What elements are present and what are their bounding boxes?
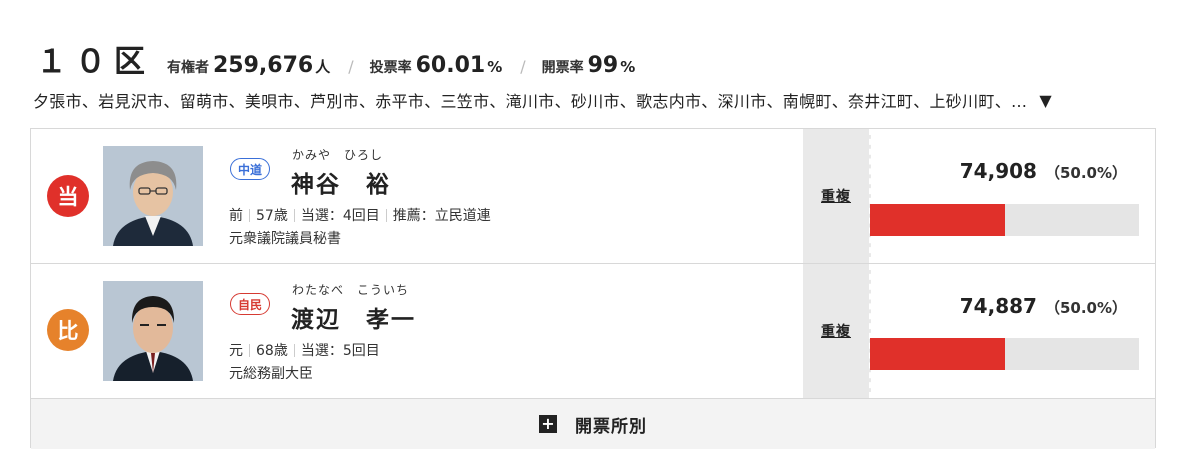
vote-bar-fill xyxy=(870,338,1005,370)
party-badge: 自民 xyxy=(230,293,271,315)
vote-bar xyxy=(870,204,1139,236)
candidate-meta: 元 68歳 当選：5回目 xyxy=(229,340,380,360)
voters-unit: 人 xyxy=(315,58,331,76)
candidate-name: 渡辺 孝一 xyxy=(291,307,416,333)
endorsement: 推薦：立民道連 xyxy=(392,208,491,224)
district-title: １０区 xyxy=(36,44,153,80)
duplicate-column: 重複 xyxy=(803,264,871,398)
incumbency: 元 xyxy=(229,343,243,359)
area-list: 夕張市、岩見沢市、留萌市、美唄市、芦別市、赤平市、三笠市、滝川市、砂川市、歌志内… xyxy=(33,88,1052,112)
candidate-career: 元衆議院議員秘書 xyxy=(229,231,341,247)
wins: 当選：5回目 xyxy=(300,343,380,359)
candidate-row: 当 中道 かみや ひろし 神谷 裕 前 57歳 当選：4回目 推薦：立民道連 元… xyxy=(31,129,1155,264)
candidate-photo xyxy=(103,281,203,381)
vote-count: 74,908 （50.0%） xyxy=(960,159,1127,183)
polling-station-label: 開票所別 xyxy=(575,416,647,437)
status-badge: 比 xyxy=(47,309,89,351)
turnout-label: 投票率 xyxy=(369,60,412,76)
divider: / xyxy=(520,57,526,76)
wins: 当選：4回目 xyxy=(300,208,380,224)
expand-areas-icon[interactable]: ▼ xyxy=(1039,91,1051,110)
divider xyxy=(249,208,250,222)
area-list-text: 夕張市、岩見沢市、留萌市、美唄市、芦別市、赤平市、三笠市、滝川市、砂川市、歌志内… xyxy=(33,92,1028,111)
status-badge: 当 xyxy=(47,175,89,217)
votes-percent: （50.0%） xyxy=(1044,164,1127,182)
divider xyxy=(293,208,295,222)
plus-icon: + xyxy=(539,415,557,433)
divider xyxy=(249,343,250,357)
divider: / xyxy=(348,57,354,76)
incumbency: 前 xyxy=(229,208,243,224)
candidate-meta: 前 57歳 当選：4回目 推薦：立民道連 xyxy=(229,205,491,225)
counted-unit: % xyxy=(620,58,636,76)
age: 57歳 xyxy=(256,208,288,224)
counted-value: 99 xyxy=(587,53,619,78)
counted-label: 開票率 xyxy=(541,60,584,76)
district-header: １０区 有権者 259,676 人 / 投票率 60.01 % / 開票率 99… xyxy=(36,36,635,81)
votes-number: 74,887 xyxy=(959,294,1037,318)
votes-number: 74,908 xyxy=(959,159,1037,183)
polling-station-toggle[interactable]: + 開票所別 xyxy=(31,399,1155,449)
duplicate-link[interactable]: 重複 xyxy=(821,321,851,341)
votes-percent: （50.0%） xyxy=(1044,299,1127,317)
candidate-row: 比 自民 わたなべ こういち 渡辺 孝一 元 68歳 当選：5回目 元総務副大臣… xyxy=(31,264,1155,399)
vote-bar-fill xyxy=(870,204,1005,236)
candidate-name: 神谷 裕 xyxy=(291,172,391,198)
candidate-kana: かみや ひろし xyxy=(292,148,384,162)
candidate-kana: わたなべ こういち xyxy=(292,283,410,297)
age: 68歳 xyxy=(256,343,288,359)
candidate-photo xyxy=(103,146,203,246)
turnout-unit: % xyxy=(487,58,503,76)
duplicate-link[interactable]: 重複 xyxy=(821,186,851,206)
divider xyxy=(293,343,295,357)
divider xyxy=(385,208,387,222)
turnout-value: 60.01 xyxy=(415,53,486,78)
results-table: 当 中道 かみや ひろし 神谷 裕 前 57歳 当選：4回目 推薦：立民道連 元… xyxy=(30,128,1156,449)
candidate-career: 元総務副大臣 xyxy=(229,366,313,382)
vote-bar xyxy=(870,338,1139,370)
party-badge: 中道 xyxy=(230,158,271,180)
voters-value: 259,676 xyxy=(213,53,314,78)
voters-label: 有権者 xyxy=(167,60,209,76)
vote-count: 74,887 （50.0%） xyxy=(960,294,1127,318)
duplicate-column: 重複 xyxy=(803,129,871,263)
